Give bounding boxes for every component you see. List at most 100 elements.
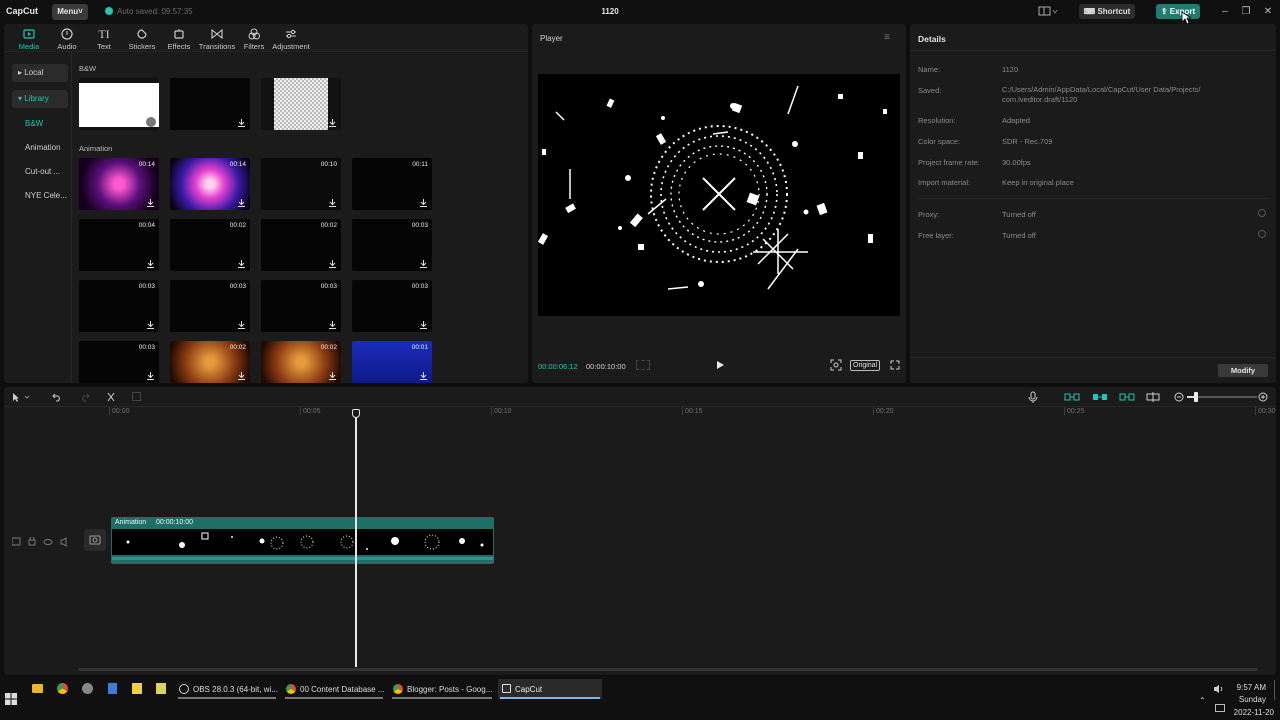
notes-icon[interactable] xyxy=(156,683,166,694)
download-icon[interactable] xyxy=(329,119,336,127)
download-icon[interactable] xyxy=(420,260,427,268)
media-thumb-animation[interactable]: 00:03 xyxy=(79,280,159,332)
download-icon[interactable] xyxy=(420,199,427,207)
magnet-snap-icon[interactable] xyxy=(1092,393,1108,401)
split-icon[interactable] xyxy=(106,392,116,402)
media-thumb-animation[interactable]: 00:01 xyxy=(352,341,432,383)
media-thumb-animation[interactable]: 00:02 xyxy=(261,219,341,271)
file-explorer-icon[interactable] xyxy=(32,684,43,693)
tab-audio[interactable]: Audio xyxy=(48,26,86,51)
menu-button[interactable]: Menu˅ xyxy=(52,4,88,20)
timeline-ruler[interactable]: 00:00 00:05 00:10 00:15 00:20 00:25 00:30 xyxy=(78,407,1276,421)
sticky-notes-icon[interactable] xyxy=(132,683,142,694)
download-icon[interactable] xyxy=(238,321,245,329)
microphone-icon[interactable] xyxy=(1028,391,1038,403)
tab-transitions[interactable]: Transitions xyxy=(198,26,236,51)
select-cursor-icon[interactable] xyxy=(12,392,32,402)
speaker-icon[interactable] xyxy=(1213,684,1224,694)
zoom-slider[interactable] xyxy=(1187,392,1257,402)
download-icon[interactable] xyxy=(147,260,154,268)
show-desktop-button[interactable] xyxy=(1274,680,1275,700)
playhead[interactable] xyxy=(352,409,360,667)
fit-screen-icon[interactable] xyxy=(830,359,842,371)
media-thumb-animation[interactable]: 00:03 xyxy=(170,280,250,332)
obs-icon[interactable] xyxy=(82,683,93,694)
media-thumb-transparent[interactable] xyxy=(261,78,341,130)
shortcut-button[interactable]: ⌨ Shortcut xyxy=(1079,4,1135,19)
download-icon[interactable] xyxy=(146,117,156,127)
media-thumb-animation[interactable]: 00:14 xyxy=(79,158,159,210)
fullscreen-icon[interactable] xyxy=(890,360,900,370)
windows-start-icon[interactable] xyxy=(5,693,17,705)
tab-text[interactable]: TI Text xyxy=(85,26,123,52)
video-preview[interactable] xyxy=(538,74,900,316)
download-icon[interactable] xyxy=(420,321,427,329)
tab-adjustment[interactable]: Adjustment xyxy=(272,26,310,51)
minimize-icon[interactable]: – xyxy=(1218,5,1232,19)
media-thumb-animation[interactable]: 00:10 xyxy=(261,158,341,210)
zoom-slider-handle[interactable] xyxy=(1194,392,1198,402)
media-thumb-animation[interactable]: 00:02 xyxy=(170,219,250,271)
sidebar-item-local[interactable]: ▸ Local xyxy=(12,64,68,82)
info-icon[interactable] xyxy=(1258,209,1266,217)
download-icon[interactable] xyxy=(329,199,336,207)
info-icon[interactable] xyxy=(1258,230,1266,238)
taskbar-app-obs[interactable]: OBS 28.0.3 (64-bit, wi... xyxy=(176,679,278,699)
tab-effects[interactable]: Effects xyxy=(160,26,198,51)
chevron-up-icon[interactable]: ⌃ xyxy=(1199,696,1206,705)
download-icon[interactable] xyxy=(238,260,245,268)
preview-axis-icon[interactable] xyxy=(1146,392,1160,402)
linkage-icon[interactable] xyxy=(1119,393,1135,401)
timeline-clip[interactable]: Animation 00:00:10:00 xyxy=(111,517,494,564)
player-menu-icon[interactable]: ≡ xyxy=(884,32,890,43)
media-thumb-animation[interactable]: 00:03 xyxy=(261,280,341,332)
timeline-scrollbar[interactable] xyxy=(78,668,1258,671)
zoom-out-icon[interactable] xyxy=(1174,392,1184,402)
download-icon[interactable] xyxy=(147,321,154,329)
modify-button[interactable]: Modify xyxy=(1218,364,1268,377)
download-icon[interactable] xyxy=(329,260,336,268)
download-icon[interactable] xyxy=(420,372,427,380)
download-icon[interactable] xyxy=(329,372,336,380)
export-button[interactable]: ⇪ Export xyxy=(1156,4,1200,19)
layout-icon[interactable] xyxy=(1038,6,1058,17)
media-thumb-animation[interactable]: 00:03 xyxy=(352,219,432,271)
media-thumb-black[interactable] xyxy=(170,78,250,130)
media-thumb-animation[interactable]: 00:02 xyxy=(261,341,341,383)
taskbar-app-content-db[interactable]: 00 Content Database ... xyxy=(283,679,385,699)
tab-stickers[interactable]: Stickers xyxy=(123,26,161,51)
maximize-icon[interactable]: ❐ xyxy=(1239,5,1253,19)
media-thumb-animation[interactable]: 00:02 xyxy=(170,341,250,383)
cover-button[interactable] xyxy=(84,529,106,551)
tab-media[interactable]: Media xyxy=(10,26,48,51)
download-icon[interactable] xyxy=(238,372,245,380)
media-thumb-white[interactable] xyxy=(79,78,159,130)
link-main-track-icon[interactable] xyxy=(1064,393,1080,401)
taskbar-app-capcut[interactable]: CapCut xyxy=(498,679,602,699)
playhead-handle[interactable] xyxy=(352,409,360,418)
media-thumb-animation[interactable]: 00:14 xyxy=(170,158,250,210)
sidebar-item-animation[interactable]: Animation xyxy=(12,139,68,157)
zoom-in-icon[interactable] xyxy=(1258,392,1268,402)
download-icon[interactable] xyxy=(329,321,336,329)
ratio-button[interactable]: Original xyxy=(850,360,881,371)
taskbar-app-blogger[interactable]: Blogger: Posts - Goog... xyxy=(390,679,494,699)
close-icon[interactable]: ✕ xyxy=(1261,5,1275,19)
media-thumb-animation[interactable]: 00:11 xyxy=(352,158,432,210)
undo-icon[interactable] xyxy=(52,392,62,402)
play-icon[interactable] xyxy=(715,360,725,370)
download-icon[interactable] xyxy=(147,199,154,207)
chrome-icon[interactable] xyxy=(57,683,68,694)
timecode-grid-icon[interactable] xyxy=(636,360,650,370)
sidebar-item-bw[interactable]: B&W xyxy=(12,115,68,133)
download-icon[interactable] xyxy=(238,119,245,127)
notification-icon[interactable] xyxy=(1215,704,1225,712)
sidebar-item-cutout[interactable]: Cut-out ... xyxy=(12,163,68,181)
media-thumb-animation[interactable]: 00:03 xyxy=(79,341,159,383)
document-app-icon[interactable] xyxy=(108,683,117,694)
media-thumb-animation[interactable]: 00:03 xyxy=(352,280,432,332)
media-thumb-animation[interactable]: 00:04 xyxy=(79,219,159,271)
sidebar-item-nye[interactable]: NYE Cele... xyxy=(12,187,68,205)
download-icon[interactable] xyxy=(147,372,154,380)
sidebar-item-library[interactable]: ▾ Library xyxy=(12,90,68,108)
